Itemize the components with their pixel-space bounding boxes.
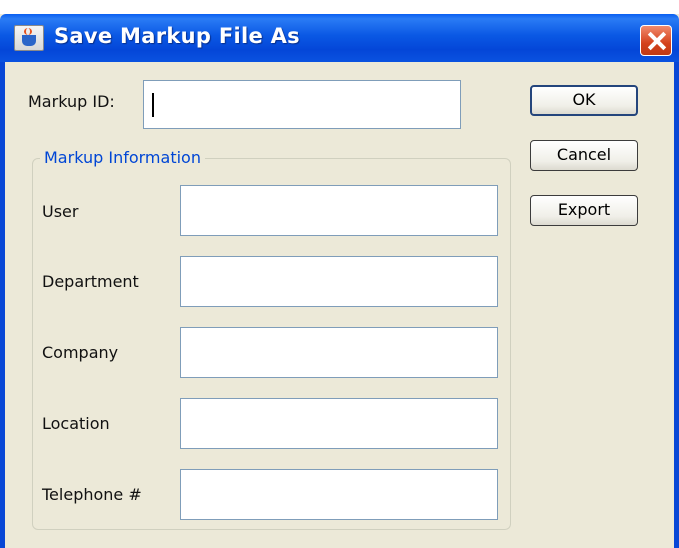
company-input[interactable]: [180, 327, 498, 378]
window-border-left: [0, 62, 5, 548]
java-cup-icon: [14, 25, 44, 51]
export-button[interactable]: Export: [530, 195, 638, 226]
save-markup-dialog: Save Markup File As Markup ID: OK Cancel…: [0, 0, 679, 548]
company-label: Company: [42, 343, 119, 362]
background-strip: [0, 0, 679, 14]
ok-button[interactable]: OK: [530, 85, 638, 116]
markup-id-label: Markup ID:: [28, 92, 115, 111]
telephone-input[interactable]: [180, 469, 498, 520]
window-title: Save Markup File As: [54, 24, 300, 48]
markup-id-input[interactable]: [143, 80, 461, 129]
department-label: Department: [42, 272, 139, 291]
title-bar[interactable]: Save Markup File As: [0, 14, 679, 62]
user-label: User: [42, 202, 79, 221]
telephone-label: Telephone #: [42, 485, 142, 504]
window-border-right: [674, 62, 679, 548]
location-input[interactable]: [180, 398, 498, 449]
location-label: Location: [42, 414, 110, 433]
cancel-button[interactable]: Cancel: [530, 140, 638, 171]
group-title: Markup Information: [40, 148, 205, 167]
text-caret: [152, 93, 154, 117]
department-input[interactable]: [180, 256, 498, 307]
close-icon[interactable]: [640, 25, 672, 56]
user-input[interactable]: [180, 185, 498, 236]
